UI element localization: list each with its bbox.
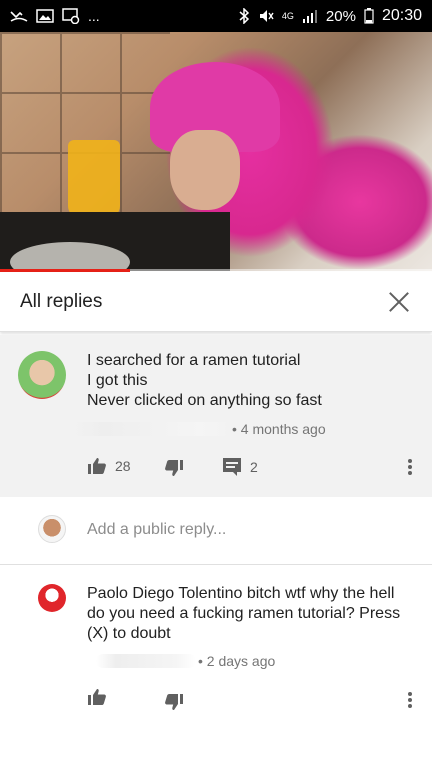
comment-text: Paolo Diego Tolentino bitch wtf why the … [87,584,400,644]
status-left: ... [10,7,100,25]
reply-input[interactable] [87,521,407,539]
like-button[interactable]: 28 [87,457,131,475]
like-button[interactable] [87,688,107,706]
parent-comment: I searched for a ramen tutorial I got th… [0,335,432,497]
avatar[interactable] [38,584,66,612]
dislike-button[interactable] [164,693,184,711]
thumbs-down-icon [165,460,183,476]
comment-line: do you need a fucking ramen tutorial? Pr… [87,605,401,622]
comment-text: I searched for a ramen tutorial I got th… [87,351,322,411]
like-count: 28 [115,458,131,474]
comment-line: Never clicked on anything so fast [87,392,322,409]
mute-icon [258,7,274,25]
status-bar: ... 4G 20% 20:30 [0,0,432,32]
more-notifications-icon: ... [88,8,100,24]
battery-icon [364,7,374,25]
close-icon[interactable] [386,289,412,315]
signal-icon [302,7,318,25]
comment-icon [223,458,241,476]
thumbs-up-icon [88,689,106,705]
thumbs-down-icon [165,694,183,710]
redacted-author [96,654,196,668]
bluetooth-icon [238,7,250,25]
comment-line: Paolo Diego Tolentino bitch wtf why the … [87,585,395,602]
reply-button[interactable]: 2 [222,457,258,477]
gallery-icon [62,7,80,25]
clock: 20:30 [381,7,422,24]
more-options-icon[interactable] [407,692,413,708]
thumbs-up-icon [88,458,106,474]
comment-line: I got this [87,372,148,389]
comment-line: I searched for a ramen tutorial [87,352,301,369]
missed-call-icon [10,7,28,25]
network-4g-icon: 4G [281,10,294,21]
status-right: 4G 20% 20:30 [238,7,422,25]
more-options-icon[interactable] [407,459,413,475]
avatar[interactable] [38,515,66,543]
comment-time: • 4 months ago [232,421,326,437]
reply-count: 2 [250,459,258,475]
video-frame-face [170,130,240,210]
comment-line: (X) to doubt [87,625,171,642]
image-icon [36,7,54,25]
video-player[interactable] [0,32,432,271]
replies-header: All replies [0,272,432,332]
battery-percent: 20% [325,7,356,25]
avatar[interactable] [18,351,66,399]
redacted-author [72,422,232,436]
dislike-button[interactable] [164,459,184,477]
video-frame-pitcher [68,140,120,218]
replies-title: All replies [20,290,103,312]
comment-time: • 2 days ago [198,653,276,669]
